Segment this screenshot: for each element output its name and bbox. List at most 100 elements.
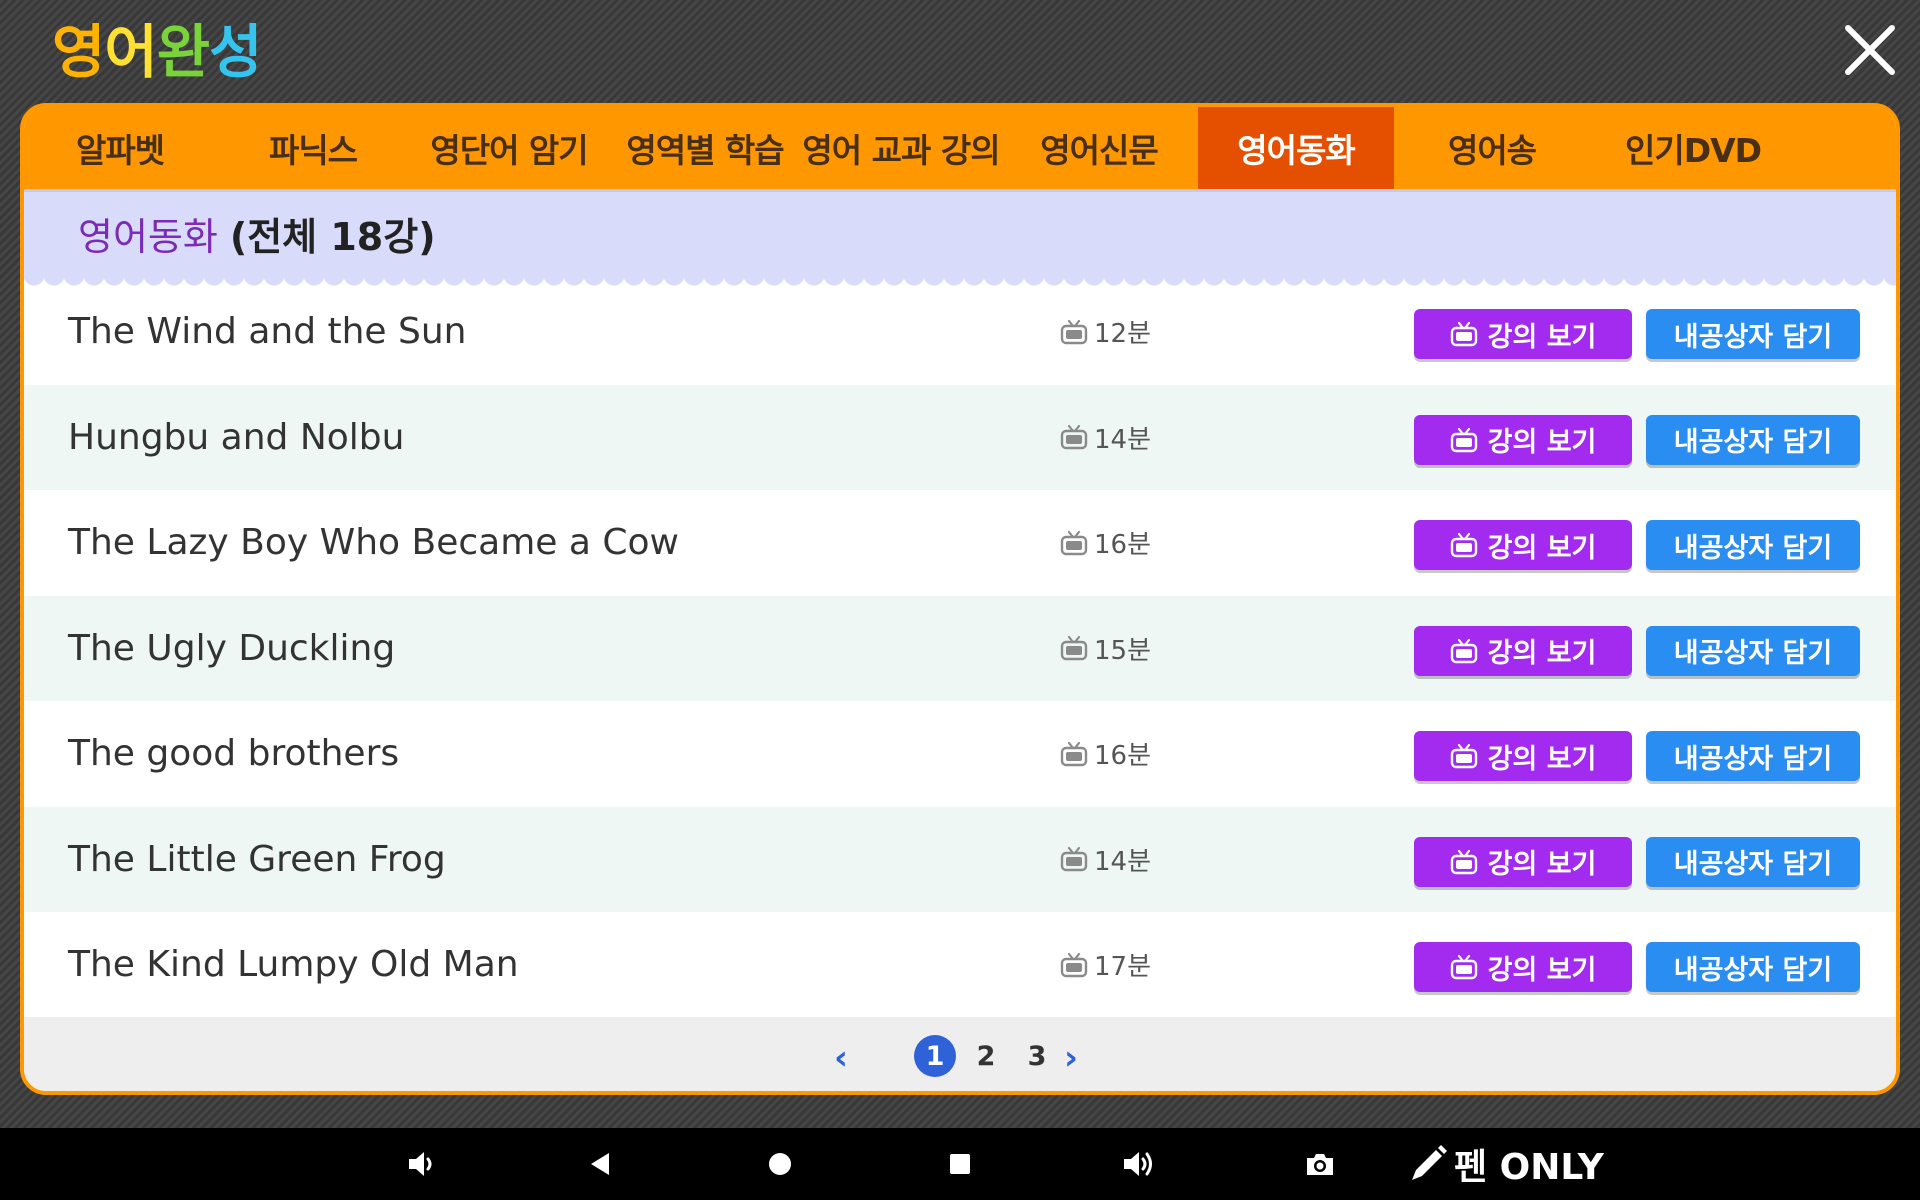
tv-icon — [1450, 954, 1477, 980]
duration-text: 15분 — [1094, 635, 1152, 666]
watch-lecture-button[interactable]: 강의 보기 — [1414, 731, 1632, 781]
system-navigation-bar: 펜 ONLY — [0, 1128, 1920, 1200]
lesson-duration: 17분 — [1060, 912, 1151, 1017]
lesson-title[interactable]: The good brothers — [68, 701, 399, 806]
add-to-box-button[interactable]: 내공상자 담기 — [1646, 836, 1860, 887]
tv-icon — [1450, 321, 1477, 347]
watch-lecture-button[interactable]: 강의 보기 — [1414, 625, 1632, 676]
lesson-row: The Lazy Boy Who Became a Cow 16분 강의 보기 내공상… — [24, 490, 1896, 596]
tab-3[interactable]: 영단어 암기 — [410, 107, 608, 189]
tv-icon — [1450, 638, 1477, 663]
duration-text: 17분 — [1094, 952, 1152, 982]
duration-text: 16분 — [1094, 530, 1152, 560]
tv-icon — [1450, 427, 1477, 452]
tv-icon — [1060, 741, 1088, 766]
page-2-button[interactable]: 2 — [965, 1035, 1007, 1077]
section-name: 영어동화 — [78, 215, 218, 259]
pen-only-label: 펜 ONLY — [1454, 1147, 1604, 1188]
home-icon — [769, 1153, 791, 1175]
watch-lecture-label: 강의 보기 — [1487, 321, 1597, 353]
tab-5[interactable]: 영어 교과 강의 — [802, 107, 1000, 189]
tab-8[interactable]: 영어송 — [1394, 107, 1590, 189]
tab-6[interactable]: 영어신문 — [1000, 107, 1198, 189]
lesson-title[interactable]: Hungbu and Nolbu — [68, 385, 404, 490]
lesson-duration: 14분 — [1060, 807, 1151, 912]
close-icon — [1845, 25, 1895, 75]
content-panel: 알파벳 파닉스 영단어 암기 영역별 학습 영어 교과 강의 영어신문 영어동화 영어송 인기D… — [20, 103, 1900, 1095]
pagination: ‹ 123 › — [24, 1017, 1896, 1091]
lesson-list: The Wind and the Sun 12분 강의 보기 내공상자 담기 Hungb… — [24, 279, 1896, 1018]
prev-page-button[interactable]: ‹ — [834, 1041, 848, 1075]
close-button[interactable] — [1840, 20, 1900, 80]
lesson-duration: 16분 — [1060, 701, 1151, 806]
page-1-button[interactable]: 1 — [914, 1035, 956, 1077]
lesson-count: (전체 18강) — [229, 215, 436, 259]
tab-7[interactable]: 영어동화 — [1198, 107, 1394, 189]
volume-up-icon — [1124, 1152, 1152, 1176]
page-3-button[interactable]: 3 — [1016, 1035, 1058, 1077]
tv-icon — [1060, 530, 1088, 555]
back-button[interactable] — [578, 1142, 622, 1186]
section-title: 영어동화 (전체 18강) — [78, 214, 436, 260]
lesson-row: The Little Green Frog 14분 강의 보기 내공상자 담기 — [24, 806, 1896, 912]
add-to-box-label: 내공상자 담기 — [1673, 321, 1833, 353]
logo-char: 완 — [156, 18, 210, 86]
pen-only-button[interactable]: 펜 ONLY — [1408, 1138, 1604, 1190]
tv-icon — [1060, 319, 1088, 344]
watch-lecture-button[interactable]: 강의 보기 — [1414, 942, 1632, 992]
volume-down-icon — [409, 1152, 432, 1176]
lesson-title[interactable]: The Little Green Frog — [68, 807, 446, 912]
add-to-box-button[interactable]: 내공상자 담기 — [1646, 309, 1860, 359]
lesson-title[interactable]: The Lazy Boy Who Became a Cow — [68, 490, 679, 595]
volume-up-button[interactable] — [1117, 1142, 1161, 1186]
pencil-icon — [1412, 1145, 1447, 1180]
home-button[interactable] — [758, 1142, 802, 1186]
tv-icon — [1060, 635, 1088, 661]
add-to-box-label: 내공상자 담기 — [1673, 427, 1833, 458]
lesson-row: The Wind and the Sun 12분 강의 보기 내공상자 담기 — [24, 279, 1896, 385]
lesson-duration: 15분 — [1060, 596, 1151, 701]
logo-char: 어 — [104, 18, 157, 86]
tab-1[interactable]: 알파벳 — [24, 107, 216, 189]
watch-lecture-button[interactable]: 강의 보기 — [1414, 836, 1632, 887]
tv-icon — [1450, 743, 1477, 769]
lesson-duration: 14분 — [1060, 385, 1151, 490]
add-to-box-label: 내공상자 담기 — [1673, 532, 1833, 564]
watch-lecture-button[interactable]: 강의 보기 — [1414, 414, 1632, 465]
screenshot-button[interactable] — [1298, 1142, 1342, 1186]
lesson-row: Hungbu and Nolbu 14분 강의 보기 내공상자 담기 — [24, 384, 1896, 490]
lesson-title[interactable]: The Ugly Duckling — [68, 596, 395, 701]
add-to-box-label: 내공상자 담기 — [1673, 954, 1833, 986]
add-to-box-button[interactable]: 내공상자 담기 — [1646, 414, 1860, 465]
add-to-box-button[interactable]: 내공상자 담기 — [1646, 731, 1860, 781]
duration-text: 14분 — [1094, 424, 1152, 455]
tv-icon — [1060, 424, 1088, 450]
app-logo: 영어완성 — [52, 14, 263, 90]
volume-down-button[interactable] — [400, 1142, 444, 1186]
duration-text: 16분 — [1094, 741, 1152, 771]
add-to-box-label: 내공상자 담기 — [1673, 743, 1833, 775]
watch-lecture-label: 강의 보기 — [1487, 849, 1597, 880]
watch-lecture-label: 강의 보기 — [1487, 532, 1597, 564]
watch-lecture-button[interactable]: 강의 보기 — [1414, 520, 1632, 570]
next-page-button[interactable]: › — [1064, 1041, 1078, 1075]
duration-text: 12분 — [1094, 319, 1152, 349]
recents-button[interactable] — [938, 1142, 982, 1186]
watch-lecture-button[interactable]: 강의 보기 — [1414, 309, 1632, 359]
lesson-row: The good brothers 16분 강의 보기 내공상자 담기 — [24, 701, 1896, 807]
add-to-box-label: 내공상자 담기 — [1673, 849, 1833, 880]
lesson-title[interactable]: The Kind Lumpy Old Man — [68, 912, 519, 1017]
duration-text: 14분 — [1094, 846, 1152, 877]
tab-4[interactable]: 영역별 학습 — [608, 107, 802, 189]
tab-9[interactable]: 인기DVD — [1590, 107, 1796, 189]
camera-icon — [1307, 1154, 1333, 1175]
lesson-duration: 12분 — [1060, 279, 1151, 384]
lesson-title[interactable]: The Wind and the Sun — [68, 279, 467, 384]
add-to-box-button[interactable]: 내공상자 담기 — [1646, 942, 1860, 992]
category-tab-bar: 알파벳 파닉스 영단어 암기 영역별 학습 영어 교과 강의 영어신문 영어동화 영어송 인기D… — [24, 107, 1896, 189]
tab-2[interactable]: 파닉스 — [216, 107, 410, 189]
add-to-box-label: 내공상자 담기 — [1673, 638, 1833, 669]
add-to-box-button[interactable]: 내공상자 담기 — [1646, 520, 1860, 570]
add-to-box-button[interactable]: 내공상자 담기 — [1646, 625, 1860, 676]
tv-icon — [1060, 952, 1088, 977]
